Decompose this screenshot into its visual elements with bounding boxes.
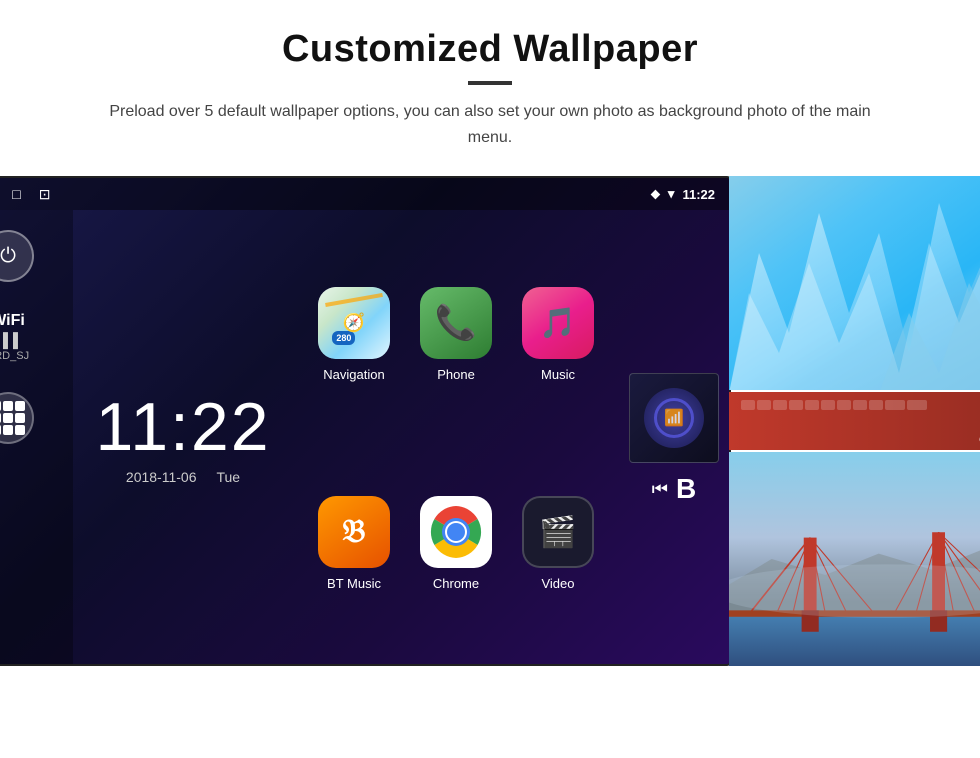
square-icon[interactable]: □ (12, 186, 20, 202)
status-time: 11:22 (682, 187, 715, 202)
media-icon: 📶 (644, 388, 704, 448)
grid-icon (0, 401, 25, 435)
wallpaper-bridge (729, 452, 980, 666)
wallpaper-ice (729, 176, 980, 390)
app-navigation[interactable]: 280 🧭 Navigation (303, 287, 405, 382)
screenshot-icon[interactable]: ⊡ (39, 186, 51, 203)
location-icon: ⬥ (651, 186, 660, 202)
clock-date: 2018-11-06 Tue (126, 469, 240, 485)
clock-date-value: 2018-11-06 (126, 469, 197, 485)
apps-grid: 280 🧭 Navigation 📞 Phone 🎵 (293, 210, 619, 666)
app-phone[interactable]: 📞 Phone (405, 287, 507, 382)
status-left: ◁ ○ □ ⊡ (0, 186, 50, 203)
status-bar: ◁ ○ □ ⊡ ⬥ ▾ 11:22 (0, 178, 729, 210)
navigation-icon: 280 🧭 (318, 287, 390, 359)
video-label: Video (541, 576, 574, 591)
android-screen: ◁ ○ □ ⊡ ⬥ ▾ 11:22 ⏻ WiFi ▌▌▌ SRD (0, 176, 731, 666)
video-icon: 🎬 (522, 496, 594, 568)
music-label: Music (541, 367, 575, 382)
phone-svg-icon: 📞 (435, 303, 477, 343)
wifi-info: WiFi ▌▌▌ SRD_SJ (0, 312, 29, 362)
clapboard-icon: 🎬 (539, 515, 576, 550)
music-icon: 🎵 (522, 287, 594, 359)
title-divider (468, 81, 512, 85)
wallpaper-panel: CarSetting (729, 176, 980, 666)
clock-day-value: Tue (216, 469, 240, 485)
device-wrapper: ◁ ○ □ ⊡ ⬥ ▾ 11:22 ⏻ WiFi ▌▌▌ SRD (0, 166, 980, 686)
ice-svg (729, 176, 980, 390)
wifi-signal-bars: ▌▌▌ (0, 332, 29, 348)
wifi-label: WiFi (0, 312, 29, 330)
sidebar: ⏻ WiFi ▌▌▌ SRD_SJ (0, 210, 73, 666)
track-letter: B (676, 473, 696, 505)
power-button[interactable]: ⏻ (0, 230, 34, 282)
ice-background (729, 176, 980, 390)
page-title: Customized Wallpaper (60, 28, 920, 71)
clock-time: 11:22 (95, 393, 270, 461)
app-bt-music[interactable]: 𝔅 BT Music (303, 496, 405, 591)
apps-grid-button[interactable] (0, 392, 34, 444)
page-header: Customized Wallpaper Preload over 5 defa… (0, 0, 980, 166)
signal-inner: 📶 (664, 408, 684, 428)
navigation-label: Navigation (323, 367, 384, 382)
wallpaper-red-strip: CarSetting (729, 392, 980, 450)
media-album-art: 📶 (629, 373, 719, 463)
phone-label: Phone (437, 367, 475, 382)
media-controls: ⏮ B (652, 473, 696, 505)
bt-music-icon: 𝔅 (318, 496, 390, 568)
bt-music-label: BT Music (327, 576, 381, 591)
bluetooth-icon: 𝔅 (342, 513, 365, 551)
status-right: ⬥ ▾ 11:22 (651, 186, 715, 202)
wifi-status-icon: ▾ (668, 186, 675, 202)
music-note-icon: 🎵 (539, 306, 576, 341)
media-prev-button[interactable]: ⏮ (652, 479, 668, 500)
power-icon: ⏻ (0, 245, 16, 268)
page-subtitle: Preload over 5 default wallpaper options… (100, 99, 880, 150)
wifi-ssid-name: SRD_SJ (0, 350, 29, 362)
wireless-signal-icon: 📶 (654, 398, 694, 438)
chrome-label: Chrome (433, 576, 479, 591)
media-area: 📶 ⏮ B (619, 210, 729, 666)
app-chrome[interactable]: Chrome (405, 496, 507, 591)
app-video[interactable]: 🎬 Video (507, 496, 609, 591)
phone-icon: 📞 (420, 287, 492, 359)
chrome-icon (420, 496, 492, 568)
bridge-svg (729, 452, 980, 666)
keyboard-keys (737, 396, 980, 446)
clock-area: 11:22 2018-11-06 Tue (73, 210, 293, 666)
chrome-svg (420, 496, 492, 568)
app-music[interactable]: 🎵 Music (507, 287, 609, 382)
main-content: ⏻ WiFi ▌▌▌ SRD_SJ 11:22 (0, 210, 729, 666)
